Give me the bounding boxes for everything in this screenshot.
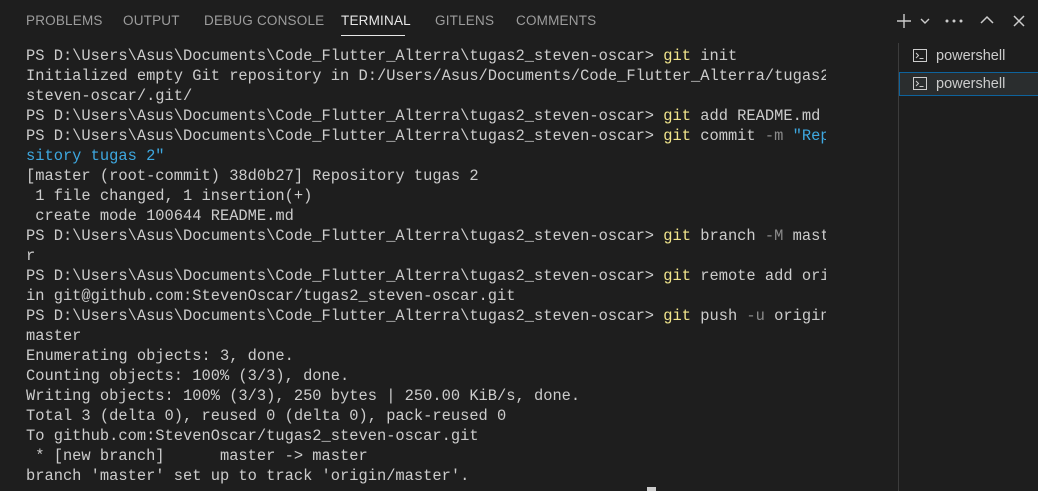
terminal-line: master bbox=[26, 326, 826, 346]
terminal-line: To github.com:StevenOscar/tugas2_steven-… bbox=[26, 426, 826, 446]
terminal-line: sitory tugas 2" bbox=[26, 146, 826, 166]
terminal-text-segment: Counting objects: 100% (3/3), done. bbox=[26, 367, 350, 385]
chevron-up-icon[interactable] bbox=[979, 14, 995, 26]
terminal-prompt-segment: PS D:\Users\Asus\Documents\Code_Flutter_… bbox=[26, 107, 664, 125]
chevron-down-icon[interactable] bbox=[919, 16, 931, 26]
terminal-text-segment: To github.com:StevenOscar/tugas2_steven-… bbox=[26, 427, 479, 445]
terminal-line: Counting objects: 100% (3/3), done. bbox=[26, 366, 826, 386]
terminal-prompt-segment: PS D:\Users\Asus\Documents\Code_Flutter_… bbox=[26, 47, 664, 65]
terminal-rest-segment: push bbox=[691, 307, 747, 325]
terminal-cursor bbox=[647, 487, 656, 491]
terminal-line: Initialized empty Git repository in D:/U… bbox=[26, 66, 826, 86]
close-icon[interactable] bbox=[1012, 14, 1026, 28]
tab-output[interactable]: OUTPUT bbox=[123, 13, 180, 28]
tab-comments[interactable]: COMMENTS bbox=[516, 13, 596, 28]
terminal-prompt-segment: PS D:\Users\Asus\Documents\Code_Flutter_… bbox=[26, 267, 664, 285]
ellipsis-icon[interactable] bbox=[945, 19, 963, 23]
terminal-rest-segment: commit bbox=[691, 127, 765, 145]
terminal-str-segment: "Repo bbox=[792, 127, 826, 145]
terminal-session-label: powershell bbox=[936, 48, 1006, 64]
terminal-cmd-segment: git bbox=[663, 107, 691, 125]
terminal-line: PS D:\Users\Asus\Documents\Code_Flutter_… bbox=[26, 126, 826, 146]
tab-gitlens[interactable]: GITLENS bbox=[435, 13, 494, 28]
terminal-session-item[interactable]: powershell bbox=[899, 44, 1038, 68]
terminal-rest-segment: branch bbox=[691, 227, 765, 245]
terminal-line: in git@github.com:StevenOscar/tugas2_ste… bbox=[26, 286, 826, 306]
terminal-cmd-segment: git bbox=[663, 267, 691, 285]
terminal-text-segment: Writing objects: 100% (3/3), 250 bytes |… bbox=[26, 387, 581, 405]
active-tab-indicator bbox=[341, 35, 405, 36]
terminal-flag-segment: -m bbox=[764, 127, 784, 145]
terminal-session-list: powershell powershell bbox=[898, 43, 1038, 491]
terminal-text-segment: Initialized empty Git repository in D:/U… bbox=[26, 67, 826, 85]
terminal-line: steven-oscar/.git/ bbox=[26, 86, 826, 106]
terminal-line: Enumerating objects: 3, done. bbox=[26, 346, 826, 366]
terminal-line: 1 file changed, 1 insertion(+) bbox=[26, 186, 826, 206]
terminal-prompt-segment: PS D:\Users\Asus\Documents\Code_Flutter_… bbox=[26, 307, 664, 325]
terminal-rest-segment: add README.md bbox=[691, 107, 821, 125]
terminal-rest2-segment: origin bbox=[764, 307, 826, 325]
terminal-line: r bbox=[26, 246, 826, 266]
terminal-cmd-segment: git bbox=[663, 307, 691, 325]
tab-problems[interactable]: PROBLEMS bbox=[26, 13, 103, 28]
terminal-line: PS D:\Users\Asus\Documents\Code_Flutter_… bbox=[26, 106, 826, 126]
terminal-session-item-active[interactable]: powershell bbox=[899, 72, 1038, 96]
terminal-text-segment: [master (root-commit) 38d0b27] Repositor… bbox=[26, 167, 479, 185]
terminal-flag-segment: -M bbox=[764, 227, 784, 245]
terminal-text-segment: * [new branch] master -> master bbox=[26, 447, 368, 465]
terminal-line: Total 3 (delta 0), reused 0 (delta 0), p… bbox=[26, 406, 826, 426]
terminal-cmd-segment: git bbox=[663, 227, 691, 245]
tab-debug-console[interactable]: DEBUG CONSOLE bbox=[204, 13, 324, 28]
terminal-prompt-segment: PS D:\Users\Asus\Documents\Code_Flutter_… bbox=[26, 127, 664, 145]
terminal-text-segment: Enumerating objects: 3, done. bbox=[26, 347, 294, 365]
terminal-str-segment: sitory tugas 2" bbox=[26, 147, 165, 165]
terminal-output[interactable]: PS D:\Users\Asus\Documents\Code_Flutter_… bbox=[26, 46, 826, 491]
terminal-line: PS D:\Users\Asus\Documents\Code_Flutter_… bbox=[26, 46, 826, 66]
terminal-line: [master (root-commit) 38d0b27] Repositor… bbox=[26, 166, 826, 186]
terminal-text-segment: master bbox=[26, 327, 82, 345]
terminal-rest-segment: init bbox=[691, 47, 738, 65]
terminal-text-segment: in git@github.com:StevenOscar/tugas2_ste… bbox=[26, 287, 516, 305]
terminal-text-segment: Total 3 (delta 0), reused 0 (delta 0), p… bbox=[26, 407, 507, 425]
terminal-rest-segment: remote add orig bbox=[691, 267, 826, 285]
terminal-text-segment: steven-oscar/.git/ bbox=[26, 87, 193, 105]
tab-terminal[interactable]: TERMINAL bbox=[341, 13, 411, 28]
terminal-flag-segment: -u bbox=[746, 307, 765, 325]
terminal-icon bbox=[913, 49, 927, 62]
terminal-icon bbox=[913, 77, 927, 90]
terminal-prompt-segment: PS D:\Users\Asus\Documents\Code_Flutter_… bbox=[26, 227, 664, 245]
terminal-line: create mode 100644 README.md bbox=[26, 206, 826, 226]
terminal-text-segment: 1 file changed, 1 insertion(+) bbox=[26, 187, 313, 205]
terminal-line: Writing objects: 100% (3/3), 250 bytes |… bbox=[26, 386, 826, 406]
terminal-text-segment: branch 'master' set up to track 'origin/… bbox=[26, 467, 470, 485]
panel-tab-bar: PROBLEMS OUTPUT DEBUG CONSOLE TERMINAL G… bbox=[0, 0, 1038, 43]
terminal-line: PS D:\Users\Asus\Documents\Code_Flutter_… bbox=[26, 266, 826, 286]
terminal-line: * [new branch] master -> master bbox=[26, 446, 826, 466]
terminal-cmd-segment: git bbox=[663, 127, 691, 145]
terminal-line: branch 'master' set up to track 'origin/… bbox=[26, 466, 826, 486]
terminal-line: PS D:\Users\Asus\Documents\Code_Flutter_… bbox=[26, 226, 826, 246]
plus-icon[interactable] bbox=[896, 13, 912, 29]
terminal-text-segment: r bbox=[26, 247, 36, 265]
terminal-session-label: powershell bbox=[936, 76, 1006, 92]
terminal-rest2-segment: maste bbox=[792, 227, 826, 245]
terminal-line: PS D:\Users\Asus\Documents\Code_Flutter_… bbox=[26, 306, 826, 326]
terminal-cmd-segment: git bbox=[663, 47, 691, 65]
terminal-text-segment: create mode 100644 README.md bbox=[26, 207, 294, 225]
